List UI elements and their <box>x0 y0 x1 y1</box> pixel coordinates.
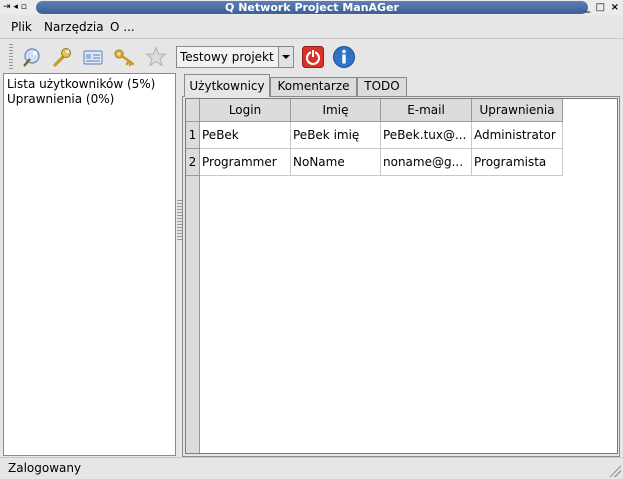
table-cell[interactable]: Programista <box>472 149 563 176</box>
power-icon[interactable] <box>301 45 325 69</box>
row-header[interactable]: 2 <box>186 149 200 176</box>
menu-bar: Plik Narzędzia O ... <box>0 15 623 39</box>
title-bar: ⇥ ◂ ▫ Q Network Project ManAGer _ □ × <box>0 0 623 15</box>
toolbar-grip[interactable] <box>9 44 13 70</box>
column-header-name[interactable]: Imię <box>291 99 381 122</box>
users-table: Login Imię E-mail Uprawnienia 1 PeBek Pe… <box>185 98 618 454</box>
wizard-icon[interactable] <box>19 45 43 69</box>
table-cell[interactable]: Programmer <box>200 149 291 176</box>
window-title: Q Network Project ManAGer <box>36 1 588 14</box>
card-icon[interactable] <box>81 45 105 69</box>
window-menu-controls[interactable]: ⇥ ◂ ▫ <box>3 1 27 14</box>
project-select[interactable]: Testowy projekt <box>176 46 294 68</box>
menu-plik[interactable]: Plik <box>11 19 32 35</box>
chevron-down-icon[interactable] <box>278 47 293 67</box>
key-icon[interactable] <box>112 45 136 69</box>
row-header[interactable]: 1 <box>186 122 200 149</box>
table-cell[interactable]: PeBek.tux@... <box>381 122 472 149</box>
table-cell[interactable]: noname@g... <box>381 149 472 176</box>
navigation-list: Lista użytkowników (5%) Uprawnienia (0%) <box>3 73 176 456</box>
nav-item-permissions[interactable]: Uprawnienia (0%) <box>7 92 114 107</box>
tab-todo[interactable]: TODO <box>357 77 407 96</box>
tab-users[interactable]: Użytkownicy <box>184 74 270 97</box>
star-icon[interactable] <box>144 45 168 69</box>
menu-narzedzia[interactable]: Narzędzia <box>44 19 104 35</box>
window-controls[interactable]: _ □ × <box>585 1 620 14</box>
table-cell[interactable]: PeBek <box>200 122 291 149</box>
tab-comments[interactable]: Komentarze <box>270 77 357 96</box>
column-header-permissions[interactable]: Uprawnienia <box>472 99 563 122</box>
wrench-icon[interactable] <box>50 45 74 69</box>
table-cell[interactable]: PeBek imię <box>291 122 381 149</box>
toolbar: Testowy projekt <box>0 40 623 74</box>
project-select-value: Testowy projekt <box>180 50 274 64</box>
nav-item-users-list[interactable]: Lista użytkowników (5%) <box>7 77 155 92</box>
column-header-login[interactable]: Login <box>200 99 291 122</box>
table-cell[interactable]: Administrator <box>472 122 563 149</box>
menu-about[interactable]: O ... <box>110 19 135 35</box>
status-text: Zalogowany <box>8 461 82 475</box>
resize-grip-icon[interactable] <box>609 465 621 477</box>
info-icon[interactable] <box>332 45 356 69</box>
table-corner[interactable] <box>186 99 200 122</box>
status-bar: Zalogowany <box>0 457 623 479</box>
table-cell[interactable]: NoName <box>291 149 381 176</box>
column-header-email[interactable]: E-mail <box>381 99 472 122</box>
